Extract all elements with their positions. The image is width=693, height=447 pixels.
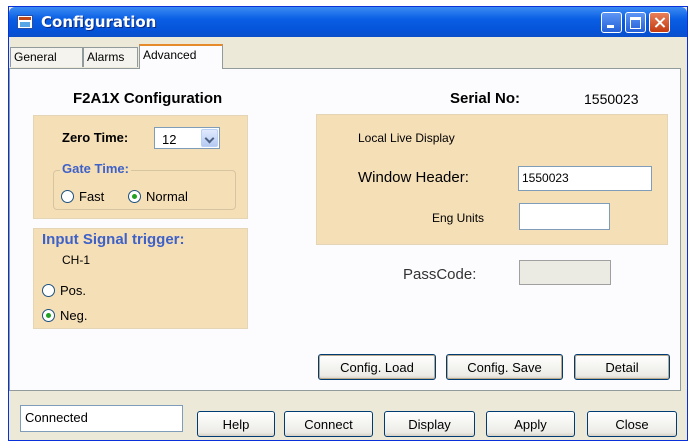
- help-button[interactable]: Help: [197, 411, 275, 437]
- close-window-button[interactable]: [649, 12, 670, 33]
- connection-status: Connected: [20, 405, 183, 432]
- eng-units-input[interactable]: [519, 203, 610, 230]
- trigger-pos-radio[interactable]: [42, 284, 55, 297]
- eng-units-label: Eng Units: [432, 211, 485, 225]
- app-icon: [17, 15, 33, 29]
- gate-time-label: Gate Time:: [60, 161, 131, 176]
- trigger-neg-radio[interactable]: [42, 309, 55, 322]
- trigger-pos-label[interactable]: Pos.: [60, 283, 86, 298]
- title-bar[interactable]: Configuration: [9, 7, 687, 37]
- zero-time-value: 12: [162, 132, 177, 147]
- gate-fast-radio[interactable]: [61, 190, 74, 203]
- serial-label: Serial No:: [450, 90, 521, 107]
- tab-general[interactable]: General: [10, 47, 83, 67]
- display-button[interactable]: Display: [384, 411, 475, 437]
- tab-alarms[interactable]: Alarms: [83, 47, 138, 67]
- tab-advanced[interactable]: Advanced: [139, 44, 223, 69]
- gate-normal-label[interactable]: Normal: [146, 189, 188, 204]
- zero-time-select[interactable]: 12: [154, 127, 220, 149]
- window-header-input[interactable]: 1550023: [518, 166, 652, 191]
- passcode-input[interactable]: [519, 260, 611, 285]
- local-display-label: Local Live Display: [358, 131, 455, 145]
- gate-normal-radio[interactable]: [128, 190, 141, 203]
- minimize-button[interactable]: [601, 12, 622, 33]
- apply-button[interactable]: Apply: [486, 411, 575, 437]
- config-save-button[interactable]: Config. Save: [446, 354, 563, 380]
- zero-time-label: Zero Time:: [62, 130, 129, 145]
- connect-button[interactable]: Connect: [284, 411, 373, 437]
- config-heading: F2A1X Configuration: [73, 90, 223, 107]
- chevron-down-icon[interactable]: [201, 129, 218, 147]
- serial-value: 1550023: [584, 91, 639, 107]
- window-header-label: Window Header:: [358, 169, 469, 186]
- window-title: Configuration: [41, 13, 157, 31]
- passcode-label: PassCode:: [403, 266, 477, 283]
- input-trigger-label: Input Signal trigger:: [42, 231, 185, 248]
- channel-label: CH-1: [62, 253, 91, 267]
- gate-fast-label[interactable]: Fast: [79, 189, 104, 204]
- close-button[interactable]: Close: [587, 411, 677, 437]
- maximize-button[interactable]: [625, 12, 646, 33]
- trigger-neg-label[interactable]: Neg.: [60, 308, 87, 323]
- detail-button[interactable]: Detail: [574, 354, 670, 380]
- config-load-button[interactable]: Config. Load: [318, 354, 436, 380]
